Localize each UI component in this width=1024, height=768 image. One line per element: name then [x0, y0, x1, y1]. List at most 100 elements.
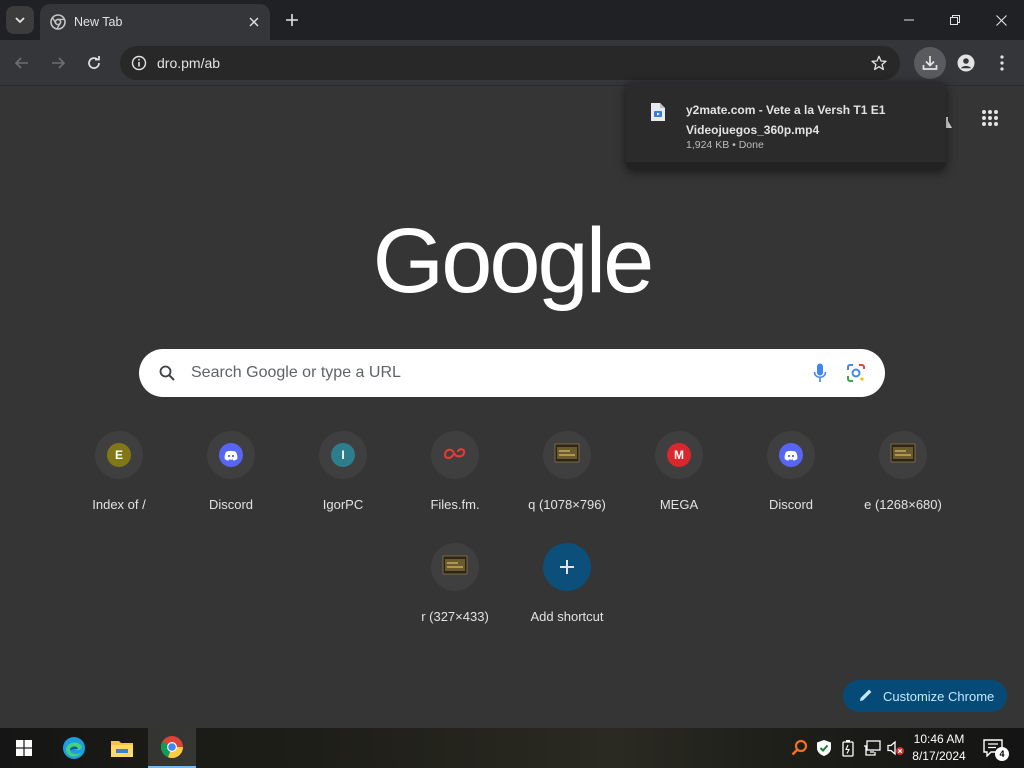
shortcut-tile[interactable] — [207, 431, 255, 479]
google-lens-button[interactable] — [843, 360, 869, 386]
shortcut-discord-2[interactable]: Discord — [735, 431, 847, 531]
shortcut-e-image[interactable]: e (1268×680) — [847, 431, 959, 531]
shortcut-igorpc[interactable]: I IgorPC — [287, 431, 399, 531]
back-button[interactable] — [8, 49, 36, 77]
shortcut-label: Discord — [768, 497, 814, 512]
discord-icon — [219, 443, 243, 467]
taskbar-chrome[interactable] — [148, 728, 196, 768]
google-logo: Google — [372, 210, 655, 312]
shortcut-tile[interactable] — [431, 431, 479, 479]
download-file-name[interactable]: y2mate.com - Vete a la Versh T1 E1 Video… — [686, 100, 926, 140]
search-input[interactable] — [191, 364, 807, 382]
chrome-menu-button[interactable] — [986, 47, 1018, 79]
reload-button[interactable] — [80, 49, 108, 77]
microphone-icon — [813, 363, 827, 382]
files-fm-icon — [442, 445, 468, 466]
site-info-icon[interactable] — [130, 54, 148, 72]
address-bar[interactable]: dro.pm/ab — [120, 46, 900, 80]
profile-icon — [957, 54, 975, 72]
taskbar-edge[interactable] — [50, 728, 98, 768]
taskbar-file-explorer[interactable] — [98, 728, 146, 768]
chevron-down-icon — [15, 17, 25, 24]
network-icon[interactable] — [862, 738, 882, 758]
shortcut-tile[interactable] — [431, 543, 479, 591]
shortcut-label: MEGA — [659, 497, 699, 512]
tab-search-button[interactable] — [6, 6, 34, 34]
tab-strip: New Tab — [0, 0, 1024, 40]
download-bubble: y2mate.com - Vete a la Versh T1 E1 Video… — [626, 82, 946, 170]
shortcut-tile[interactable] — [543, 543, 591, 591]
shortcut-label: Add shortcut — [530, 609, 604, 624]
arrow-left-icon — [14, 57, 28, 69]
mega-icon: M — [667, 443, 691, 467]
shortcut-tile[interactable] — [879, 431, 927, 479]
battery-icon[interactable] — [838, 738, 858, 758]
shortcut-q-image[interactable]: q (1078×796) — [511, 431, 623, 531]
ntp-search-box[interactable] — [139, 349, 885, 397]
shortcut-tile[interactable] — [543, 431, 591, 479]
shortcut-tile[interactable]: M — [655, 431, 703, 479]
tab-close-button[interactable] — [244, 12, 264, 32]
restore-icon — [950, 15, 960, 25]
minimize-button[interactable] — [886, 0, 932, 40]
url-text[interactable]: dro.pm/ab — [157, 55, 868, 71]
shortcut-tile[interactable]: E — [95, 431, 143, 479]
lens-icon — [847, 364, 865, 382]
folder-icon — [111, 741, 133, 757]
search-icon — [157, 363, 177, 383]
shortcut-label: q (1078×796) — [528, 497, 606, 512]
clock-time: 10:46 AM — [913, 732, 965, 746]
reload-icon — [88, 56, 100, 69]
shortcut-discord[interactable]: Discord — [175, 431, 287, 531]
customize-chrome-button[interactable]: Customize Chrome — [843, 680, 1007, 712]
image-thumb-icon — [890, 443, 916, 468]
shortcut-label: r (327×433) — [421, 609, 489, 624]
image-thumb-icon — [442, 555, 468, 580]
browser-toolbar: dro.pm/ab — [0, 40, 1024, 86]
arrow-right-icon — [52, 57, 66, 69]
shortcut-index-of[interactable]: E Index of / — [63, 431, 175, 531]
chrome-favicon-icon — [50, 14, 66, 30]
security-shield-icon[interactable] — [814, 738, 834, 758]
notification-count-badge: 4 — [995, 747, 1009, 761]
profile-button[interactable] — [950, 47, 982, 79]
letter-e-icon: E — [107, 443, 131, 467]
forward-button[interactable] — [44, 49, 72, 77]
download-status: 1,924 KB • Done — [686, 139, 764, 151]
shortcut-label: Index of / — [92, 497, 146, 512]
shortcut-tile[interactable]: I — [319, 431, 367, 479]
shortcut-files-fm[interactable]: Files.fm. — [399, 431, 511, 531]
letter-i-icon: I — [331, 443, 355, 467]
star-icon — [871, 55, 887, 71]
add-shortcut-button[interactable]: Add shortcut — [511, 543, 623, 643]
start-button[interactable] — [0, 728, 48, 768]
new-tab-button[interactable] — [280, 8, 304, 32]
edge-icon — [63, 737, 85, 759]
shortcut-label: Discord — [208, 497, 254, 512]
apps-grid-icon — [982, 110, 998, 126]
clock-date: 8/17/2024 — [912, 749, 966, 763]
action-center-button[interactable]: 4 — [980, 737, 1009, 761]
shortcut-r-image[interactable]: r (327×433) — [399, 543, 511, 643]
google-apps-button[interactable] — [976, 104, 1004, 132]
minimize-icon — [904, 19, 914, 21]
close-window-button[interactable] — [978, 0, 1024, 40]
restore-button[interactable] — [932, 0, 978, 40]
downloads-button[interactable] — [914, 47, 946, 79]
shortcut-label: Files.fm. — [430, 497, 480, 512]
download-bubble-footer — [626, 162, 946, 170]
video-file-icon — [650, 102, 666, 122]
shortcut-label: IgorPC — [322, 497, 364, 512]
tab-new-tab[interactable]: New Tab — [40, 4, 270, 40]
shortcut-mega[interactable]: M MEGA — [623, 431, 735, 531]
more-vertical-icon — [1000, 55, 1004, 71]
image-thumb-icon — [554, 443, 580, 468]
taskbar-clock[interactable]: 10:46 AM 8/17/2024 — [902, 731, 976, 765]
bookmark-star-button[interactable] — [868, 52, 890, 74]
voice-search-button[interactable] — [807, 360, 833, 386]
chrome-icon — [160, 736, 184, 759]
tab-title: New Tab — [74, 15, 123, 29]
search-tray-icon[interactable] — [790, 738, 810, 758]
shortcut-tile[interactable] — [767, 431, 815, 479]
windows-logo-icon — [16, 740, 32, 756]
